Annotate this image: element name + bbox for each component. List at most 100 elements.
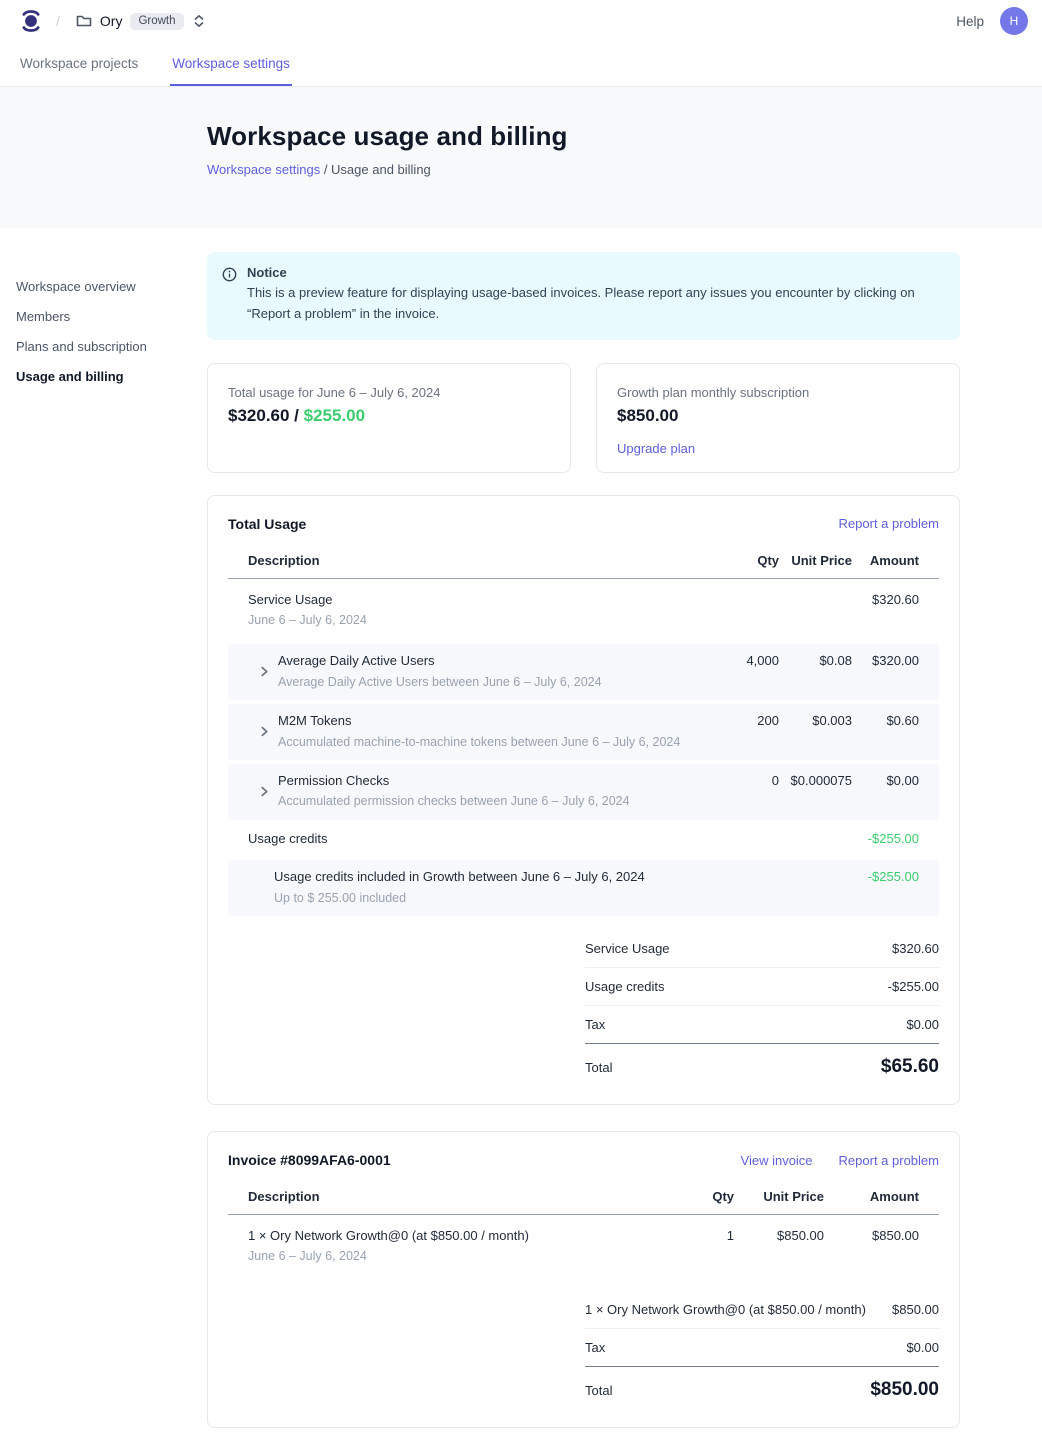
usage-included-amount: $255.00 <box>304 406 365 425</box>
row-amount: $0.00 <box>852 773 939 788</box>
totals-value: -$255.00 <box>888 979 939 994</box>
breadcrumb-current: / Usage and billing <box>320 162 431 177</box>
grand-total-value: $850.00 <box>870 1379 939 1401</box>
grand-total-label: Total <box>585 1383 612 1398</box>
total-usage-label: Total usage for June 6 – July 6, 2024 <box>228 385 550 400</box>
total-usage-card: Total usage for June 6 – July 6, 2024 $3… <box>207 363 571 473</box>
chevron-right-icon[interactable] <box>259 666 270 677</box>
view-invoice-link[interactable]: View invoice <box>741 1153 813 1168</box>
row-subtitle: Average Daily Active Users between June … <box>278 675 602 691</box>
tab-workspace-settings[interactable]: Workspace settings <box>170 42 292 86</box>
help-link[interactable]: Help <box>956 14 984 29</box>
row-amount: $0.60 <box>852 713 939 728</box>
totals-value: $850.00 <box>892 1302 939 1317</box>
row-qty: 200 <box>699 713 779 728</box>
column-unit-price: Unit Price <box>734 1189 824 1204</box>
workspace-name[interactable]: Ory <box>100 13 123 29</box>
sidebar-item-plans-and-subscription[interactable]: Plans and subscription <box>16 338 196 355</box>
row-unit-price: $0.08 <box>779 653 852 668</box>
report-problem-link-usage[interactable]: Report a problem <box>839 516 939 531</box>
column-qty: Qty <box>674 1189 734 1204</box>
row-subtitle: Accumulated machine-to-machine tokens be… <box>278 735 680 751</box>
total-usage-table-card: Total Usage Report a problem Description… <box>207 495 960 1106</box>
column-description: Description <box>228 553 699 568</box>
row-qty: 1 <box>674 1228 734 1243</box>
totals-row: Usage credits -$255.00 <box>585 968 939 1006</box>
column-amount: Amount <box>824 1189 939 1204</box>
subscription-label: Growth plan monthly subscription <box>617 385 939 400</box>
sidebar-item-workspace-overview[interactable]: Workspace overview <box>16 278 196 295</box>
totals-row: Tax $0.00 <box>585 1329 939 1367</box>
row-amount: -$255.00 <box>852 869 939 884</box>
table-row: 1 × Ory Network Growth@0 (at $850.00 / m… <box>228 1215 939 1277</box>
workspace-tabs: Workspace projects Workspace settings <box>0 42 1042 87</box>
row-title: 1 × Ory Network Growth@0 (at $850.00 / m… <box>248 1228 674 1244</box>
totals-label: Usage credits <box>585 979 664 994</box>
invoice-table-header-row: Description Qty Unit Price Amount <box>228 1189 939 1215</box>
totals-label: 1 × Ory Network Growth@0 (at $850.00 / m… <box>585 1302 866 1317</box>
sidebar-item-usage-and-billing[interactable]: Usage and billing <box>16 368 196 385</box>
avatar[interactable]: H <box>1000 7 1028 35</box>
row-subtitle: June 6 – July 6, 2024 <box>248 1249 674 1265</box>
chevron-right-icon[interactable] <box>259 726 270 737</box>
totals-row: Tax $0.00 <box>585 1006 939 1044</box>
row-amount: $850.00 <box>824 1228 939 1243</box>
notice-body: This is a preview feature for displaying… <box>247 283 944 325</box>
totals-row: Service Usage $320.60 <box>585 930 939 968</box>
top-bar: / Ory Growth Help H <box>0 0 1042 42</box>
row-qty: 0 <box>699 773 779 788</box>
workspace-switcher-icon[interactable] <box>192 13 206 29</box>
totals-label: Tax <box>585 1017 605 1032</box>
row-title: Usage credits <box>248 831 852 847</box>
page-title: Workspace usage and billing <box>207 121 1042 152</box>
breadcrumb-separator: / <box>56 13 60 29</box>
table-row: Usage credits included in Growth between… <box>228 860 939 916</box>
column-description: Description <box>228 1189 674 1204</box>
row-amount: $320.00 <box>852 653 939 668</box>
usage-used-amount: $320.60 <box>228 406 289 425</box>
usage-separator: / <box>289 406 303 425</box>
row-amount: $320.60 <box>852 592 939 607</box>
totals-grand-row: Total $65.60 <box>585 1044 939 1086</box>
table-row[interactable]: M2M Tokens Accumulated machine-to-machin… <box>228 704 939 760</box>
column-unit-price: Unit Price <box>779 553 852 568</box>
row-title: Average Daily Active Users <box>278 653 602 669</box>
totals-value: $0.00 <box>906 1017 939 1032</box>
info-icon <box>222 267 237 282</box>
row-title: Service Usage <box>248 592 699 608</box>
totals-label: Service Usage <box>585 941 670 956</box>
table-row[interactable]: Average Daily Active Users Average Daily… <box>228 644 939 700</box>
tab-workspace-projects[interactable]: Workspace projects <box>18 42 140 86</box>
page-header: Workspace usage and billing Workspace se… <box>0 87 1042 228</box>
usage-table-header-row: Description Qty Unit Price Amount <box>228 553 939 579</box>
usage-table: Description Qty Unit Price Amount Servic… <box>228 553 939 917</box>
subscription-card: Growth plan monthly subscription $850.00… <box>596 363 960 473</box>
preview-notice: Notice This is a preview feature for dis… <box>207 252 960 340</box>
totals-value: $320.60 <box>892 941 939 956</box>
usage-table-title: Total Usage <box>228 516 306 532</box>
breadcrumb: Workspace settings / Usage and billing <box>207 162 1042 177</box>
sidebar-item-members[interactable]: Members <box>16 308 196 325</box>
settings-sidebar: Workspace overview Members Plans and sub… <box>16 278 196 398</box>
row-title: M2M Tokens <box>278 713 680 729</box>
report-problem-link-invoice[interactable]: Report a problem <box>839 1153 939 1168</box>
total-usage-value: $320.60 / $255.00 <box>228 406 550 426</box>
notice-title: Notice <box>247 265 944 280</box>
folder-icon <box>76 13 92 29</box>
totals-label: Tax <box>585 1340 605 1355</box>
grand-total-label: Total <box>585 1060 612 1075</box>
upgrade-plan-link[interactable]: Upgrade plan <box>617 441 695 456</box>
ory-logo-icon[interactable] <box>20 8 42 34</box>
row-unit-price: $0.003 <box>779 713 852 728</box>
table-row: Usage credits -$255.00 <box>228 820 939 857</box>
breadcrumb-workspace-settings-link[interactable]: Workspace settings <box>207 162 320 177</box>
totals-grand-row: Total $850.00 <box>585 1367 939 1409</box>
usage-totals: Service Usage $320.60 Usage credits -$25… <box>585 930 939 1086</box>
row-subtitle: June 6 – July 6, 2024 <box>248 613 699 629</box>
table-row[interactable]: Permission Checks Accumulated permission… <box>228 764 939 820</box>
row-title: Usage credits included in Growth between… <box>274 869 852 885</box>
row-qty: 4,000 <box>699 653 779 668</box>
chevron-right-icon[interactable] <box>259 786 270 797</box>
totals-value: $0.00 <box>906 1340 939 1355</box>
invoice-title: Invoice #8099AFA6-0001 <box>228 1152 391 1168</box>
